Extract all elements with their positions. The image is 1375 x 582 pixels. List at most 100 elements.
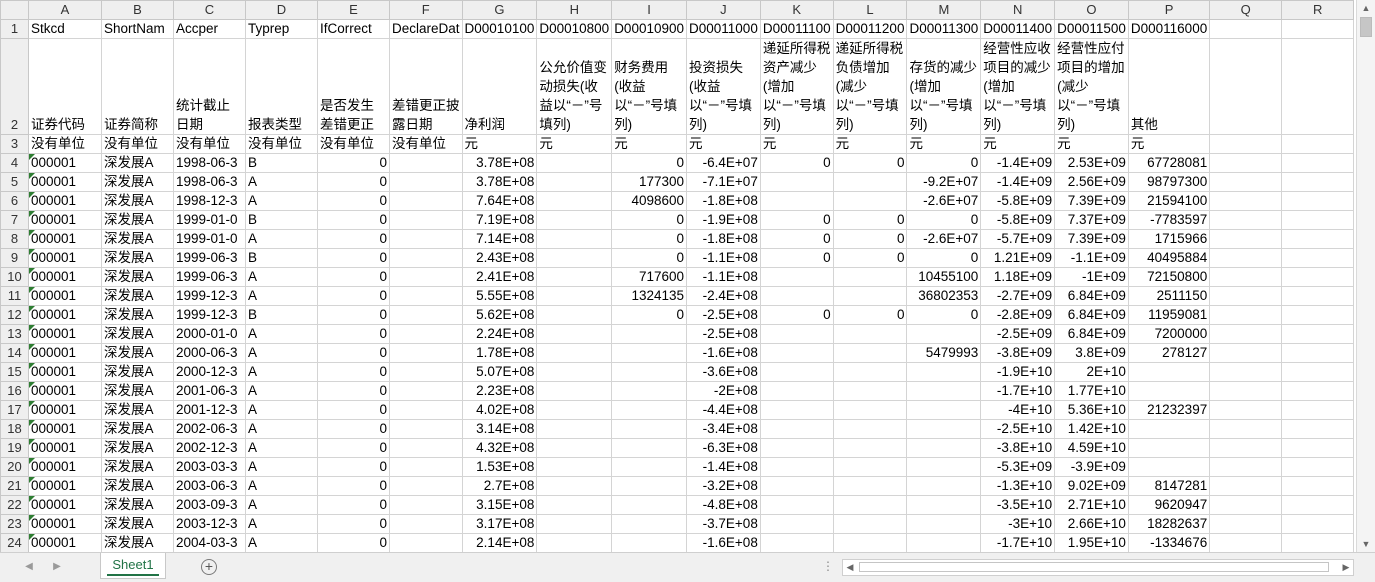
cell[interactable]	[1281, 191, 1355, 211]
cell[interactable]: 1999-12-3	[173, 286, 246, 306]
stock-code-cell[interactable]: 000001	[28, 153, 102, 173]
cell[interactable]: -9.2E+07	[906, 172, 982, 192]
row-header[interactable]: 7	[0, 210, 29, 230]
cell[interactable]: 深发展A	[101, 210, 174, 230]
cell[interactable]: 7.19E+08	[461, 210, 538, 230]
cell[interactable]	[1281, 495, 1355, 515]
cell[interactable]	[906, 381, 982, 401]
cell[interactable]: 0	[832, 153, 908, 173]
row-header[interactable]: 19	[0, 438, 29, 458]
row-header[interactable]: 8	[0, 229, 29, 249]
cell[interactable]	[536, 381, 613, 401]
cell[interactable]: 元	[686, 134, 761, 154]
cell[interactable]	[389, 172, 463, 192]
cell[interactable]: 0	[317, 533, 390, 552]
cell[interactable]: 3.15E+08	[461, 495, 538, 515]
cell[interactable]: 0	[317, 267, 390, 287]
cell[interactable]: 3.14E+08	[461, 419, 538, 439]
cell[interactable]: 是否发生差错更正	[317, 38, 390, 135]
cell[interactable]	[1209, 514, 1283, 534]
cell[interactable]	[389, 457, 463, 477]
cell[interactable]: 2002-06-3	[173, 419, 246, 439]
cell[interactable]: 财务费用(收益以“－”号填列)	[611, 38, 688, 135]
cell[interactable]	[1209, 267, 1283, 287]
cell[interactable]: 元	[832, 134, 908, 154]
cell[interactable]	[536, 305, 613, 325]
stock-code-cell[interactable]: 000001	[28, 267, 102, 287]
cell[interactable]: 2000-06-3	[173, 343, 246, 363]
cell[interactable]: 2001-12-3	[173, 400, 246, 420]
cell[interactable]: 11959081	[1127, 305, 1211, 325]
cell[interactable]	[759, 343, 834, 363]
cell[interactable]	[1127, 438, 1211, 458]
add-sheet-icon[interactable]: +	[201, 559, 217, 575]
cell[interactable]: 统计截止日期	[173, 38, 246, 135]
cell[interactable]	[536, 191, 613, 211]
cell[interactable]: -1.1E+08	[686, 248, 761, 268]
cell[interactable]: -1.8E+08	[686, 191, 761, 211]
stock-code-cell[interactable]: 000001	[28, 324, 102, 344]
cell[interactable]	[536, 457, 613, 477]
cell[interactable]	[611, 324, 688, 344]
cell[interactable]: 0	[317, 248, 390, 268]
cell[interactable]: 0	[317, 172, 390, 192]
column-header[interactable]: K	[759, 0, 834, 20]
row-header[interactable]: 9	[0, 248, 29, 268]
cell[interactable]	[536, 514, 613, 534]
cell[interactable]	[389, 267, 463, 287]
cell[interactable]: -2.8E+09	[980, 305, 1056, 325]
cell[interactable]: -2.4E+08	[686, 286, 761, 306]
cell[interactable]	[832, 191, 908, 211]
stock-code-cell[interactable]: 000001	[28, 495, 102, 515]
cell[interactable]	[1281, 514, 1355, 534]
cell[interactable]	[832, 381, 908, 401]
cell[interactable]	[389, 153, 463, 173]
cell[interactable]: 1.95E+10	[1054, 533, 1129, 552]
cell[interactable]: 2.14E+08	[461, 533, 538, 552]
scroll-down-icon[interactable]: ▼	[1357, 536, 1375, 552]
cell[interactable]	[389, 476, 463, 496]
cell[interactable]: -1.3E+10	[980, 476, 1056, 496]
cell[interactable]: 8147281	[1127, 476, 1211, 496]
cell[interactable]: A	[245, 362, 318, 382]
cell[interactable]	[832, 172, 908, 192]
cell[interactable]	[906, 400, 982, 420]
cell[interactable]: -1.1E+09	[1054, 248, 1129, 268]
cell[interactable]: 278127	[1127, 343, 1211, 363]
cell[interactable]: 净利润	[461, 38, 538, 135]
cell[interactable]	[906, 362, 982, 382]
cell[interactable]: 7.37E+09	[1054, 210, 1129, 230]
cell[interactable]: B	[245, 210, 318, 230]
cell[interactable]: -3.8E+10	[980, 438, 1056, 458]
cell[interactable]	[389, 495, 463, 515]
cell[interactable]: 经营性应收项目的减少(增加以“－”号填列)	[980, 38, 1056, 135]
cell[interactable]	[832, 324, 908, 344]
row-header[interactable]: 14	[0, 343, 29, 363]
cell[interactable]: 深发展A	[101, 229, 174, 249]
row-header[interactable]: 15	[0, 362, 29, 382]
cell[interactable]	[1281, 19, 1355, 39]
cell[interactable]	[1209, 476, 1283, 496]
cell[interactable]: 1999-01-0	[173, 229, 246, 249]
cell[interactable]	[389, 324, 463, 344]
cell[interactable]: -1334676	[1127, 533, 1211, 552]
cell[interactable]: A	[245, 172, 318, 192]
cell[interactable]: 2000-01-0	[173, 324, 246, 344]
cell[interactable]	[1209, 134, 1283, 154]
cell[interactable]: 18282637	[1127, 514, 1211, 534]
cell[interactable]	[611, 533, 688, 552]
column-header[interactable]: E	[317, 0, 390, 20]
column-header[interactable]: J	[686, 0, 761, 20]
cell[interactable]: 0	[317, 438, 390, 458]
cell[interactable]: 0	[317, 305, 390, 325]
vertical-scroll-thumb[interactable]	[1360, 17, 1372, 37]
cell[interactable]	[611, 400, 688, 420]
cell[interactable]	[1127, 419, 1211, 439]
cell[interactable]	[536, 362, 613, 382]
cell[interactable]	[1209, 286, 1283, 306]
cell[interactable]: -1.9E+10	[980, 362, 1056, 382]
cell[interactable]: 元	[980, 134, 1056, 154]
cell[interactable]: 0	[317, 457, 390, 477]
cell[interactable]: 没有单位	[28, 134, 102, 154]
cell[interactable]	[906, 533, 982, 552]
